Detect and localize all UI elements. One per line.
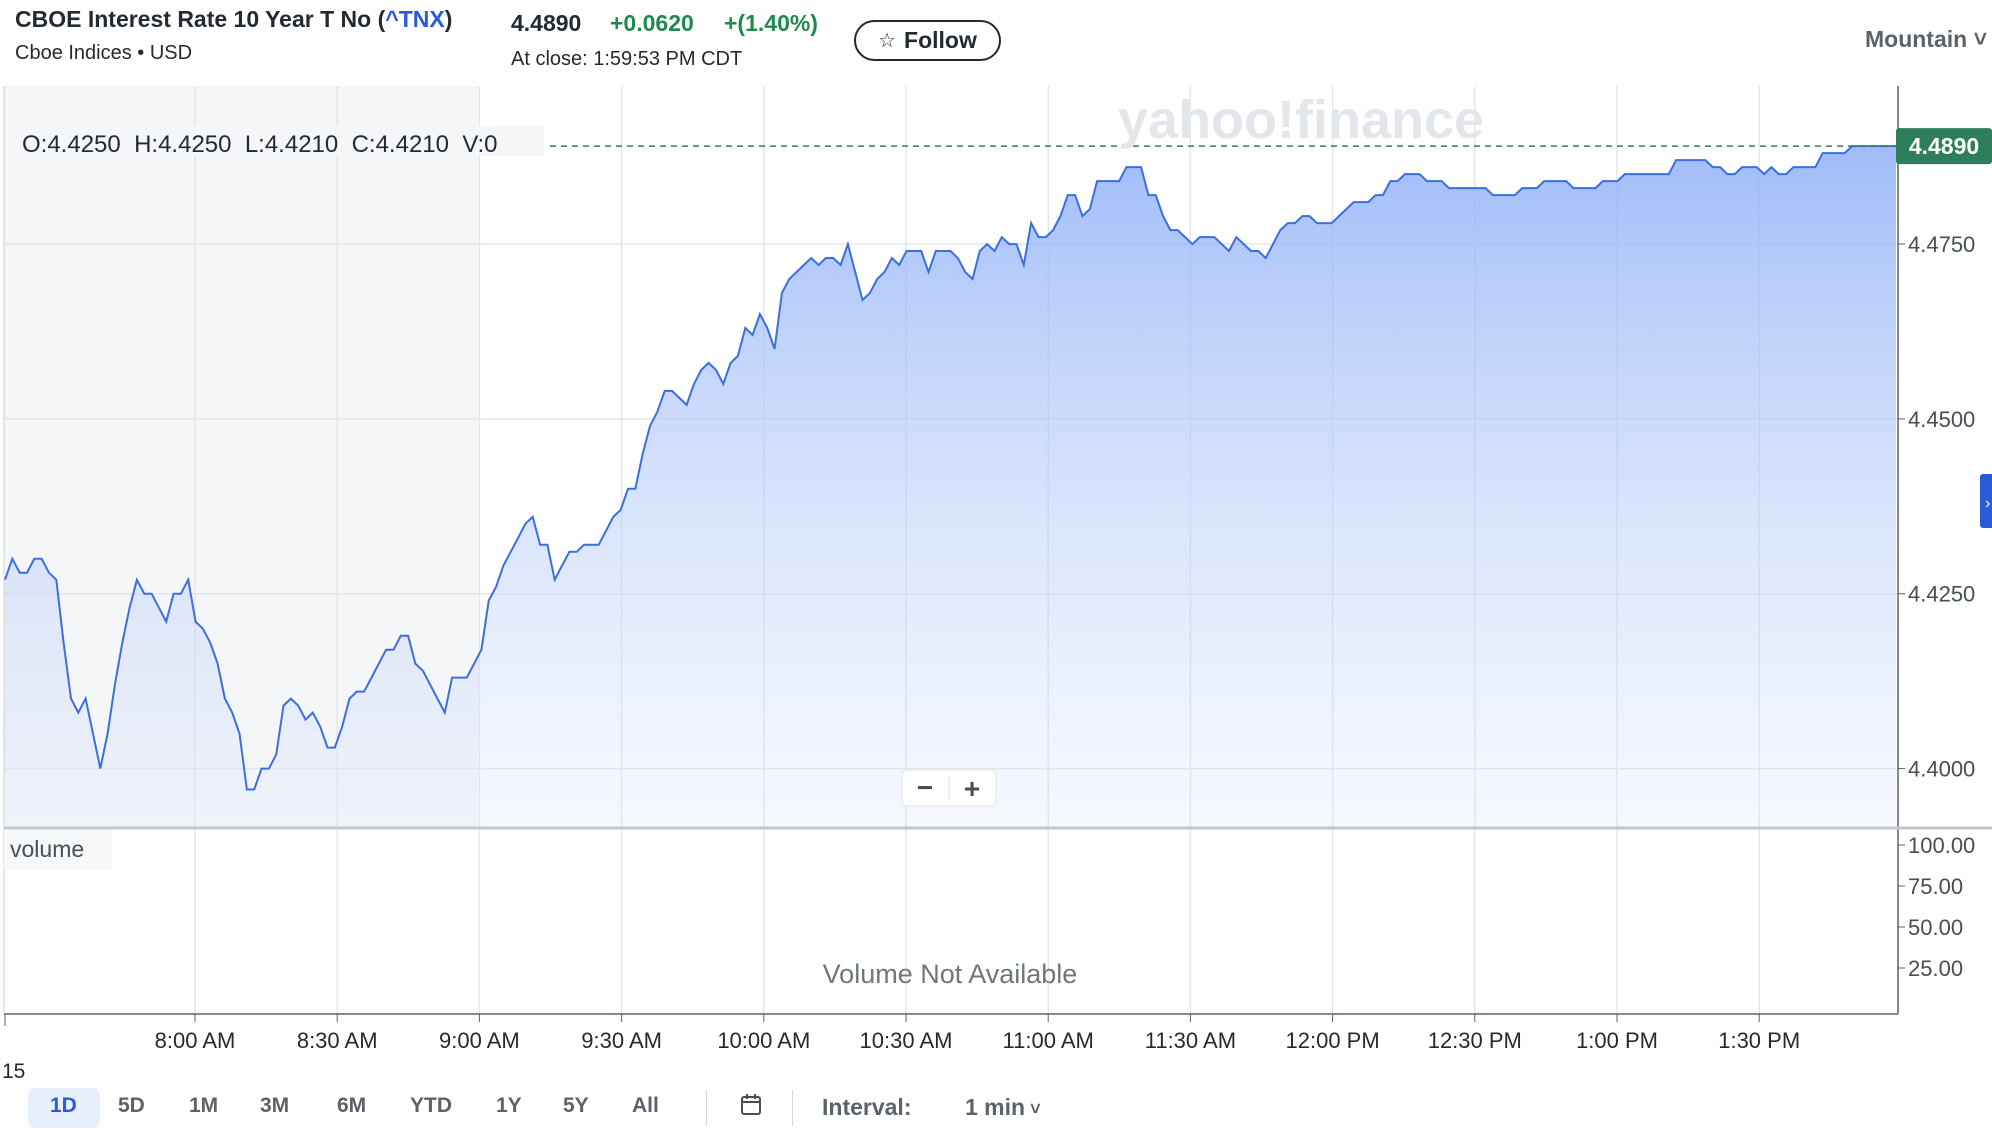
x-tick-label: 8:00 AM	[155, 1028, 236, 1053]
x-tick-label: 12:00 PM	[1286, 1028, 1380, 1053]
price-change-percent: +(1.40%)	[724, 10, 818, 36]
volume-label: volume	[10, 836, 84, 862]
x-tick-label: 10:30 AM	[860, 1028, 953, 1053]
range-button-1d[interactable]: 1D	[50, 1094, 77, 1118]
y-tick-label: 4.4250	[1908, 582, 1975, 607]
divider	[792, 1090, 793, 1126]
date-marker: 15	[2, 1060, 25, 1082]
x-tick-label: 9:30 AM	[581, 1028, 662, 1053]
divider	[706, 1090, 707, 1126]
range-button-6m[interactable]: 6M	[337, 1094, 366, 1118]
exchange-label: Cboe Indices • USD	[15, 42, 193, 64]
range-button-1m[interactable]: 1M	[189, 1094, 218, 1118]
interval-dropdown[interactable]: 1 min ˅	[965, 1094, 1041, 1121]
x-tick-label: 11:00 AM	[1003, 1028, 1094, 1053]
zoom-controls: − +	[901, 769, 997, 807]
calendar-icon[interactable]	[738, 1092, 764, 1118]
close-time: At close: 1:59:53 PM CDT	[511, 48, 743, 70]
volume-tick-label: 25.00	[1908, 956, 1963, 981]
volume-tick-label: 50.00	[1908, 915, 1963, 940]
current-price-tag: 4.4890	[1896, 128, 1992, 165]
zoom-out-button[interactable]: −	[917, 772, 933, 803]
zoom-in-button[interactable]: +	[964, 773, 980, 804]
range-button-3m[interactable]: 3M	[260, 1094, 289, 1118]
follow-button[interactable]: ☆ Follow	[854, 20, 1001, 61]
chevron-down-icon: ˅	[1025, 1099, 1041, 1119]
range-button-5y[interactable]: 5Y	[563, 1094, 589, 1118]
quote-title: CBOE Interest Rate 10 Year T No (^TNX)	[15, 6, 453, 32]
x-tick-label: 12:30 PM	[1428, 1028, 1522, 1053]
last-price: 4.4890	[511, 10, 582, 36]
range-button-all[interactable]: All	[632, 1094, 659, 1118]
quote-header: CBOE Interest Rate 10 Year T No (^TNX) C…	[0, 0, 1992, 86]
x-tick-label: 10:00 AM	[717, 1028, 810, 1053]
y-tick-label: 4.4500	[1908, 407, 1975, 432]
timezone-selector[interactable]: Mountain ˅	[1865, 26, 1987, 53]
x-tick-label: 8:30 AM	[297, 1028, 378, 1053]
x-tick-label: 1:30 PM	[1718, 1028, 1800, 1053]
x-tick-label: 1:00 PM	[1576, 1028, 1658, 1053]
panel-expand-tab[interactable]: ›	[1980, 474, 1992, 528]
range-selector-bar: 1D 5D 1M 3M 6M YTD 1Y 5Y All Interval: 1 min ˅	[0, 1082, 1992, 1134]
volume-tick-label: 75.00	[1908, 874, 1963, 899]
volume-axis-ticks: 100.00 75.00 50.00 25.00	[1898, 833, 1975, 981]
chevron-down-icon: ˅	[1967, 26, 1988, 52]
y-tick-label: 4.4000	[1908, 757, 1975, 782]
ticker-symbol: ^TNX	[385, 6, 445, 32]
y-tick-label: 4.4750	[1908, 232, 1975, 257]
yahoo-finance-watermark: yahoo!finance	[1118, 90, 1484, 150]
price-chart[interactable]: yahoo!finance O:4.4250 H:4.4250 L:4.4210…	[0, 86, 1992, 1082]
range-button-1y[interactable]: 1Y	[496, 1094, 522, 1118]
volume-not-available: Volume Not Available	[823, 959, 1078, 989]
chevron-right-icon: ›	[1985, 495, 1990, 512]
x-tick-label: 9:00 AM	[439, 1028, 520, 1053]
range-button-5d[interactable]: 5D	[118, 1094, 145, 1118]
range-button-ytd[interactable]: YTD	[410, 1094, 452, 1118]
price-change: +0.0620	[610, 10, 694, 36]
svg-text:4.4890: 4.4890	[1909, 133, 1979, 159]
x-tick-label: 11:30 AM	[1145, 1028, 1236, 1053]
volume-tick-label: 100.00	[1908, 833, 1975, 858]
star-icon: ☆	[878, 30, 897, 52]
ohlcv-readout: O:4.4250 H:4.4250 L:4.4210 C:4.4210 V:0	[22, 131, 497, 158]
x-axis-ticks: 8:00 AM 8:30 AM 9:00 AM 9:30 AM 10:00 AM 10:3…	[4, 1014, 1800, 1053]
y-axis-ticks: 4.4750 4.4500 4.4250 4.4000	[1898, 232, 1975, 782]
interval-label: Interval:	[822, 1094, 912, 1120]
